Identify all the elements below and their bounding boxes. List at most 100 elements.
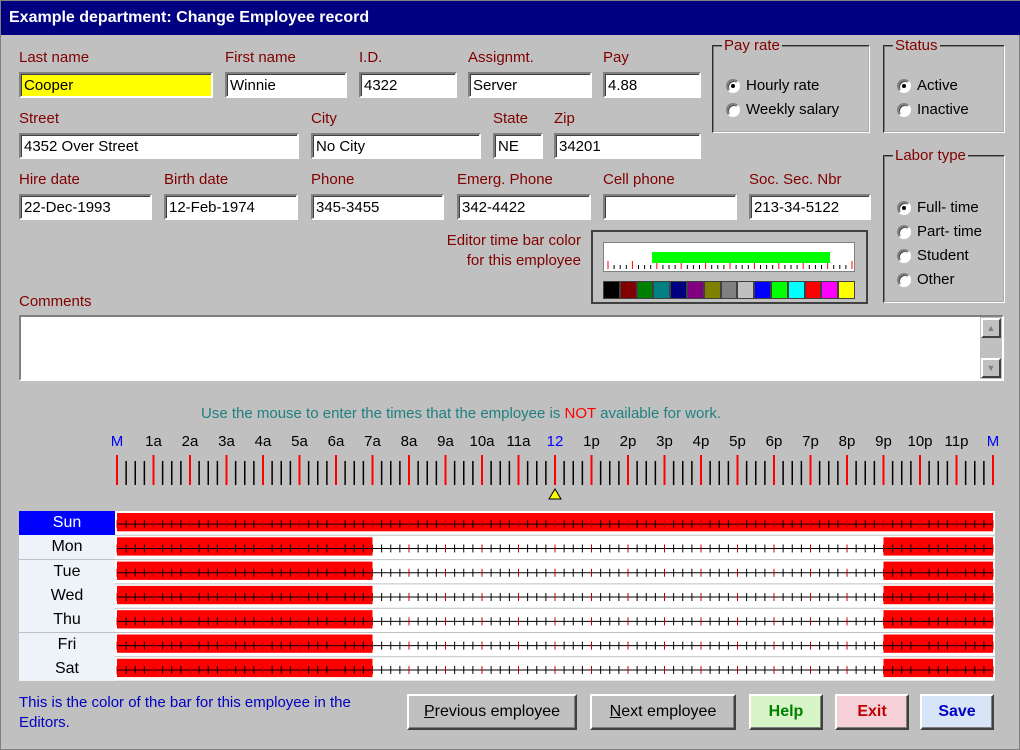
street-field[interactable]	[19, 133, 299, 159]
comments-label: Comments	[19, 293, 92, 310]
pay-field[interactable]	[603, 72, 701, 98]
hire-date-label: Hire date	[19, 171, 80, 188]
day-label-sun[interactable]: Sun	[19, 511, 115, 535]
zip-field[interactable]	[554, 133, 701, 159]
scroll-up-icon[interactable]: ▲	[981, 318, 1001, 338]
pay-rate-hourly-radio[interactable]: Hourly rate	[726, 77, 819, 94]
comments-scrollbar[interactable]: ▲ ▼	[980, 317, 1002, 379]
status-title: Status	[893, 37, 940, 54]
hour-label: 10p	[907, 433, 933, 450]
day-label-mon[interactable]: Mon	[19, 535, 115, 560]
labor-part-time-label: Part- time	[917, 223, 983, 240]
radio-unselected-icon	[897, 248, 911, 263]
hour-label: 2p	[619, 433, 637, 450]
exit-button[interactable]: Exit	[835, 694, 909, 730]
cell-phone-field[interactable]	[603, 194, 737, 220]
hour-label: M	[110, 433, 124, 450]
ssn-field[interactable]	[749, 194, 871, 220]
hour-label: 8a	[400, 433, 418, 450]
palette-swatch-0[interactable]	[603, 281, 620, 299]
window-title: Example department: Change Employee reco…	[1, 1, 1020, 35]
hour-label: 4p	[692, 433, 710, 450]
save-button[interactable]: Save	[920, 694, 994, 730]
next-employee-button[interactable]: Next employee	[590, 694, 736, 730]
pay-label: Pay	[603, 49, 629, 66]
palette-swatch-3[interactable]	[653, 281, 671, 299]
comments-field[interactable]: ▲ ▼	[19, 315, 1004, 381]
first-name-field[interactable]	[225, 72, 347, 98]
palette-swatch-6[interactable]	[703, 281, 721, 299]
hour-ruler[interactable]	[1, 451, 1020, 503]
labor-other-radio[interactable]: Other	[897, 271, 955, 288]
hour-label: 9a	[437, 433, 454, 450]
phone-field[interactable]	[311, 194, 444, 220]
assignment-field[interactable]	[468, 72, 592, 98]
footer-note-2: Editors.	[19, 714, 70, 731]
palette-swatch-2[interactable]	[636, 281, 654, 299]
editor-color-bar	[652, 252, 830, 263]
day-label-sat[interactable]: Sat	[19, 656, 115, 681]
scroll-down-icon[interactable]: ▼	[981, 358, 1001, 378]
cell-phone-label: Cell phone	[603, 171, 675, 188]
labor-type-title: Labor type	[893, 147, 968, 164]
labor-type-group: Labor type Full- time Part- time Student…	[883, 147, 1005, 303]
palette-swatch-10[interactable]	[770, 281, 788, 299]
labor-student-radio[interactable]: Student	[897, 247, 969, 264]
hour-label: M	[986, 433, 1000, 450]
previous-employee-button[interactable]: Previous employee	[407, 694, 577, 730]
palette-swatch-9[interactable]	[754, 281, 771, 299]
current-time-marker-icon	[548, 488, 562, 500]
day-label-wed[interactable]: Wed	[19, 583, 115, 608]
save-label: Save	[938, 703, 976, 720]
radio-selected-icon	[897, 78, 911, 93]
status-inactive-label: Inactive	[917, 101, 969, 118]
day-label-tue[interactable]: Tue	[19, 559, 115, 584]
palette-swatch-7[interactable]	[720, 281, 738, 299]
birth-date-label: Birth date	[164, 171, 229, 188]
pay-rate-group: Pay rate Hourly rate Weekly salary	[712, 37, 870, 133]
palette-swatch-4[interactable]	[670, 281, 687, 299]
status-active-radio[interactable]: Active	[897, 77, 958, 94]
last-name-label: Last name	[19, 49, 90, 66]
radio-selected-icon	[897, 200, 911, 215]
state-label: State	[493, 110, 529, 127]
schedule-instruction: Use the mouse to enter the times that th…	[1, 405, 921, 422]
state-field[interactable]	[493, 133, 543, 159]
hour-label: 5p	[729, 433, 746, 450]
status-group: Status Active Inactive	[883, 37, 1005, 133]
last-name-field[interactable]	[19, 72, 213, 98]
hire-date-field[interactable]	[19, 194, 152, 220]
palette-swatch-14[interactable]	[838, 281, 855, 299]
birth-date-field[interactable]	[164, 194, 298, 220]
day-label-thu[interactable]: Thu	[19, 608, 115, 633]
city-field[interactable]	[311, 133, 481, 159]
radio-unselected-icon	[897, 224, 911, 239]
status-inactive-radio[interactable]: Inactive	[897, 101, 969, 118]
radio-selected-icon	[726, 78, 740, 93]
palette-swatch-5[interactable]	[686, 281, 704, 299]
help-button[interactable]: Help	[749, 694, 823, 730]
palette-swatch-13[interactable]	[821, 281, 839, 299]
labor-part-time-radio[interactable]: Part- time	[897, 223, 982, 240]
next-accel: N	[609, 703, 622, 720]
previous-label: revious employee	[434, 703, 561, 720]
pay-rate-weekly-radio[interactable]: Weekly salary	[726, 101, 839, 118]
color-preview	[603, 242, 855, 272]
palette-swatch-8[interactable]	[737, 281, 755, 299]
hour-label: 2a	[181, 433, 199, 450]
hour-label: 10a	[469, 433, 495, 450]
hour-label: 3p	[656, 433, 673, 450]
emerg-phone-label: Emerg. Phone	[457, 171, 553, 188]
instruction-not: NOT	[564, 405, 596, 422]
day-label-fri[interactable]: Fri	[19, 632, 115, 657]
first-name-label: First name	[225, 49, 296, 66]
schedule-grid[interactable]	[115, 511, 995, 681]
palette-swatch-1[interactable]	[619, 281, 637, 299]
emerg-phone-field[interactable]	[457, 194, 591, 220]
hour-label: 11a	[506, 433, 531, 450]
hour-label: 6a	[327, 433, 345, 450]
labor-full-time-radio[interactable]: Full- time	[897, 199, 979, 216]
palette-swatch-12[interactable]	[804, 281, 822, 299]
palette-swatch-11[interactable]	[787, 281, 805, 299]
id-field[interactable]	[359, 72, 457, 98]
